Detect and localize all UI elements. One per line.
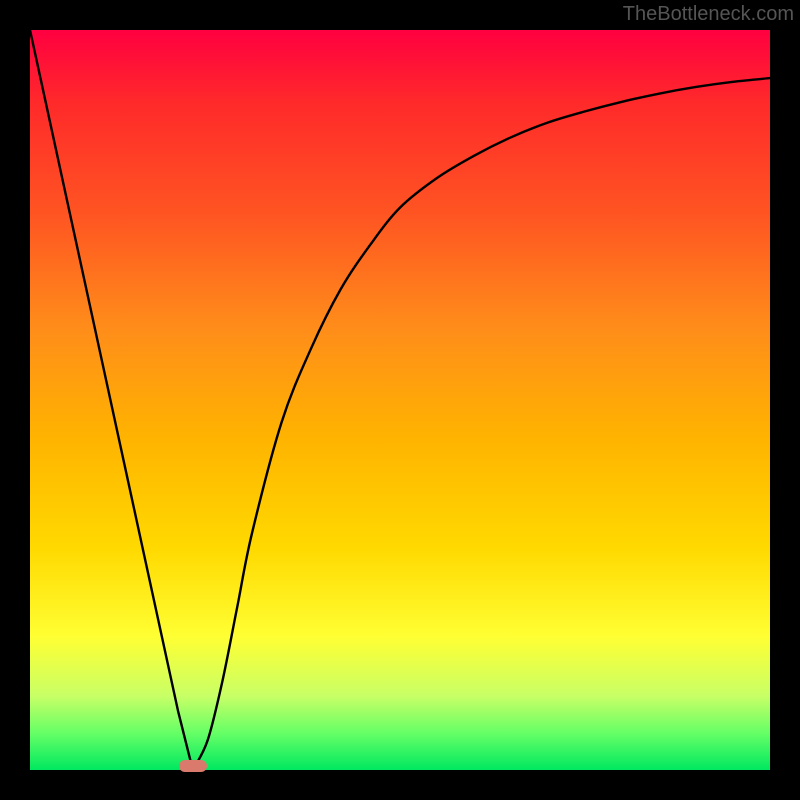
curve-svg [30,30,770,770]
optimum-marker [179,760,207,772]
watermark-text: TheBottleneck.com [623,3,794,26]
plot-area [30,30,770,770]
chart-container: TheBottleneck.com [0,0,800,800]
bottleneck-curve [30,30,770,770]
